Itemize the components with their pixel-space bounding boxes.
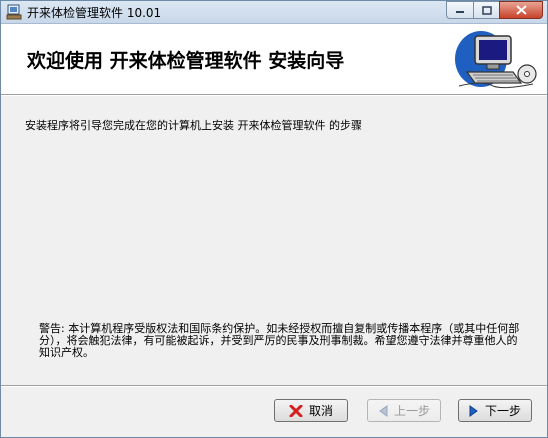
minimize-icon — [456, 11, 464, 13]
cancel-label: 取消 — [308, 404, 333, 418]
prev-label: 上一步 — [393, 404, 430, 418]
right-arrow-icon — [469, 404, 478, 417]
next-button[interactable]: 下一步 — [458, 399, 532, 422]
prev-button[interactable]: 上一步 — [367, 399, 441, 422]
window-controls — [446, 1, 543, 19]
maximize-icon — [481, 5, 492, 15]
wizard-header: 欢迎使用 开来体检管理软件 安装向导 — [1, 24, 547, 95]
close-icon — [515, 5, 527, 15]
cancel-button[interactable]: 取消 — [274, 399, 348, 422]
computer-installer-icon — [455, 31, 537, 89]
page-title: 欢迎使用 开来体检管理软件 安装向导 — [27, 50, 345, 72]
footer-divider-highlight — [1, 386, 547, 387]
app-icon — [6, 4, 22, 20]
left-arrow-icon — [379, 404, 388, 417]
title-bar[interactable]: 开来体检管理软件 10.01 — [1, 1, 547, 24]
close-button[interactable] — [499, 1, 543, 19]
installer-window: 开来体检管理软件 10.01 欢迎使用 开来体检管理软件 安装向导 安装程序将引… — [0, 0, 548, 438]
intro-text: 安装程序将引导您完成在您的计算机上安装 开来体检管理软件 的步骤 — [25, 119, 362, 132]
maximize-button[interactable] — [473, 1, 499, 19]
next-label: 下一步 — [484, 404, 521, 418]
window-title: 开来体检管理软件 10.01 — [27, 6, 162, 20]
red-x-icon — [289, 404, 303, 417]
minimize-button[interactable] — [446, 1, 473, 19]
header-divider — [1, 95, 547, 96]
copyright-warning: 警告: 本计算机程序受版权法和国际条约保护。如未经授权而擅自复制或传播本程序（或… — [39, 322, 520, 359]
